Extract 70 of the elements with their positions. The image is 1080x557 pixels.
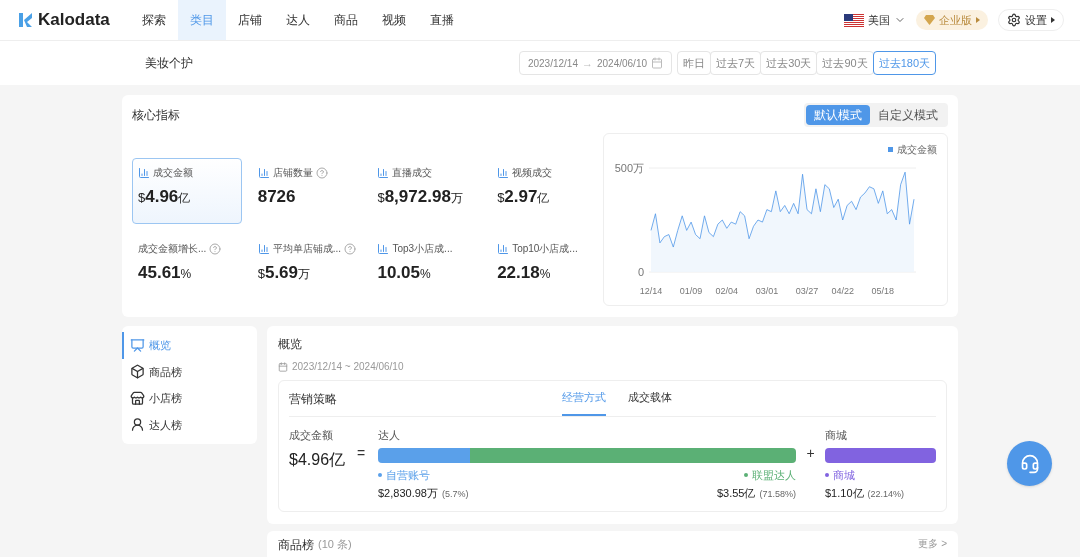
metric-value: 10.05%	[377, 262, 432, 284]
metric-value: 22.18%	[497, 262, 552, 284]
equals-sign: =	[357, 444, 367, 463]
metric-label: Top10小店成...	[512, 242, 578, 256]
metric-card[interactable]: 视频成交 $2.97亿	[491, 158, 602, 224]
metric-value: 8726	[257, 186, 297, 208]
section-title: 核心指标	[132, 107, 180, 124]
axis-label: 0	[637, 266, 644, 278]
group-label: 商城	[825, 428, 848, 443]
side-menu-item[interactable]: 商品榜	[122, 358, 257, 385]
metric-card[interactable]: 成交金额 $4.96亿	[132, 158, 242, 224]
metric-card[interactable]: Top3小店成... 10.05%	[371, 234, 482, 300]
metric-label: 直播成交	[392, 166, 433, 180]
segment-value: $2,830.98万	[378, 486, 438, 501]
metric-value: 45.61%	[138, 262, 193, 284]
metric-label: 视频成交	[512, 166, 553, 180]
metric-label: 成交金额	[153, 166, 193, 180]
metric-card[interactable]: 成交金额增长... 45.61%	[132, 234, 242, 300]
category-title: 美妆个护	[145, 55, 193, 72]
nav-tab[interactable]: 达人	[274, 0, 322, 40]
nav-tab[interactable]: 视频	[370, 0, 418, 40]
legend-label: 成交金额	[897, 143, 937, 157]
total-value: $4.96亿	[289, 449, 347, 470]
metric-label: Top3小店成...	[392, 242, 453, 256]
segment-name: 联盟达人	[752, 467, 796, 483]
nav-tab[interactable]: 店铺	[226, 0, 274, 40]
segment-share: (22.14%)	[867, 488, 905, 501]
axis-label: 12/14	[639, 286, 663, 296]
nav-tab[interactable]: 商品	[322, 0, 370, 40]
section-title: 概览	[278, 336, 303, 353]
axis-label: 02/04	[715, 286, 738, 296]
side-menu-item[interactable]: 小店榜	[122, 385, 257, 412]
logo[interactable]: Kalodata	[38, 7, 110, 33]
metric-card[interactable]: 平均单店铺成... $5.69万	[251, 234, 362, 300]
axis-label: 01/09	[679, 286, 703, 296]
metric-value: $4.96亿	[138, 186, 192, 208]
metric-value: $5.69万	[257, 262, 312, 284]
segment-name: 商城	[833, 467, 855, 483]
segment-name: 自营账号	[386, 467, 430, 483]
group-label: 达人	[378, 428, 401, 443]
metric-label: 成交金额增长...	[138, 242, 207, 256]
metric-card[interactable]: 直播成交 $8,972.98万	[371, 158, 482, 224]
segment-value: $1.10亿	[825, 486, 864, 501]
mode-toggle[interactable]: 自定义模式	[870, 105, 946, 125]
item-count: (10 条)	[318, 537, 352, 552]
axis-label: 04/22	[831, 286, 854, 296]
panel-title: 营销策略	[289, 390, 338, 408]
metric-card[interactable]: Top10小店成... 22.18%	[491, 234, 602, 300]
region-selector[interactable]: 美国	[844, 11, 906, 29]
axis-label: 05/18	[871, 286, 894, 296]
segment-value: $3.55亿	[716, 486, 756, 501]
date-range-field[interactable]: 2023/12/14 → 2024/06/10	[518, 51, 672, 75]
plus-sign: +	[805, 444, 816, 463]
axis-label: 03/27	[795, 286, 819, 296]
axis-label: 03/01	[755, 286, 778, 296]
metric-card[interactable]: 店铺数量 8726	[251, 158, 362, 224]
metric-label: 店铺数量	[272, 166, 313, 180]
total-label: 成交金额	[289, 428, 334, 443]
segment-share: (5.7%)	[441, 488, 469, 501]
segment-share: (71.58%)	[759, 488, 796, 501]
metric-label: 平均单店铺成...	[272, 242, 342, 256]
metric-value: $2.97亿	[497, 186, 551, 208]
metric-value: $8,972.98万	[377, 186, 464, 208]
nav-tab[interactable]: 直播	[418, 0, 466, 40]
section-title: 商品榜	[278, 537, 314, 554]
nav-tab[interactable]: 探索	[130, 0, 178, 40]
strategy-tab[interactable]: 成交载体	[628, 381, 672, 416]
side-menu-item[interactable]: 达人榜	[122, 411, 257, 438]
date-range: 2023/12/14 ~ 2024/06/10	[292, 360, 404, 374]
axis-label: 500万	[614, 162, 644, 174]
